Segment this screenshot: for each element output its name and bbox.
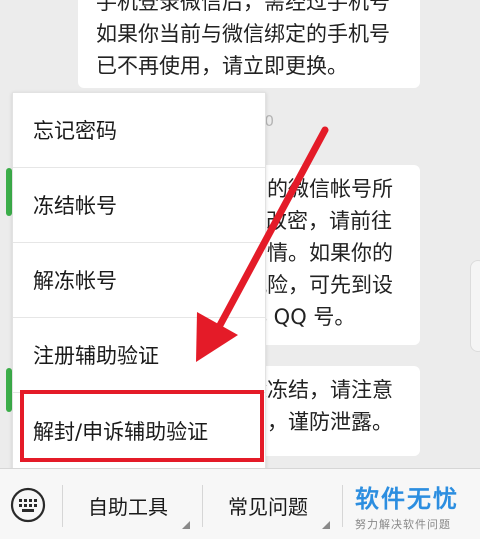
submenu-indicator-icon	[322, 521, 330, 529]
watermark: 软件无忧 努力解决软件问题	[355, 479, 480, 532]
watermark-title: 软件无忧	[355, 485, 459, 513]
divider	[202, 485, 203, 527]
tab-faq[interactable]: 常见问题	[228, 491, 308, 520]
divider	[62, 485, 63, 527]
divider	[342, 485, 343, 527]
keyboard-icon[interactable]	[10, 487, 46, 523]
watermark-subtitle: 努力解决软件问题	[355, 518, 451, 531]
annotation-arrow-icon	[196, 126, 329, 362]
bottom-menu-bar: 自助工具 常见问题 软件无忧 努力解决软件问题	[0, 468, 480, 539]
tab-self-service-tools[interactable]: 自助工具	[88, 491, 168, 520]
submenu-indicator-icon	[182, 521, 190, 529]
